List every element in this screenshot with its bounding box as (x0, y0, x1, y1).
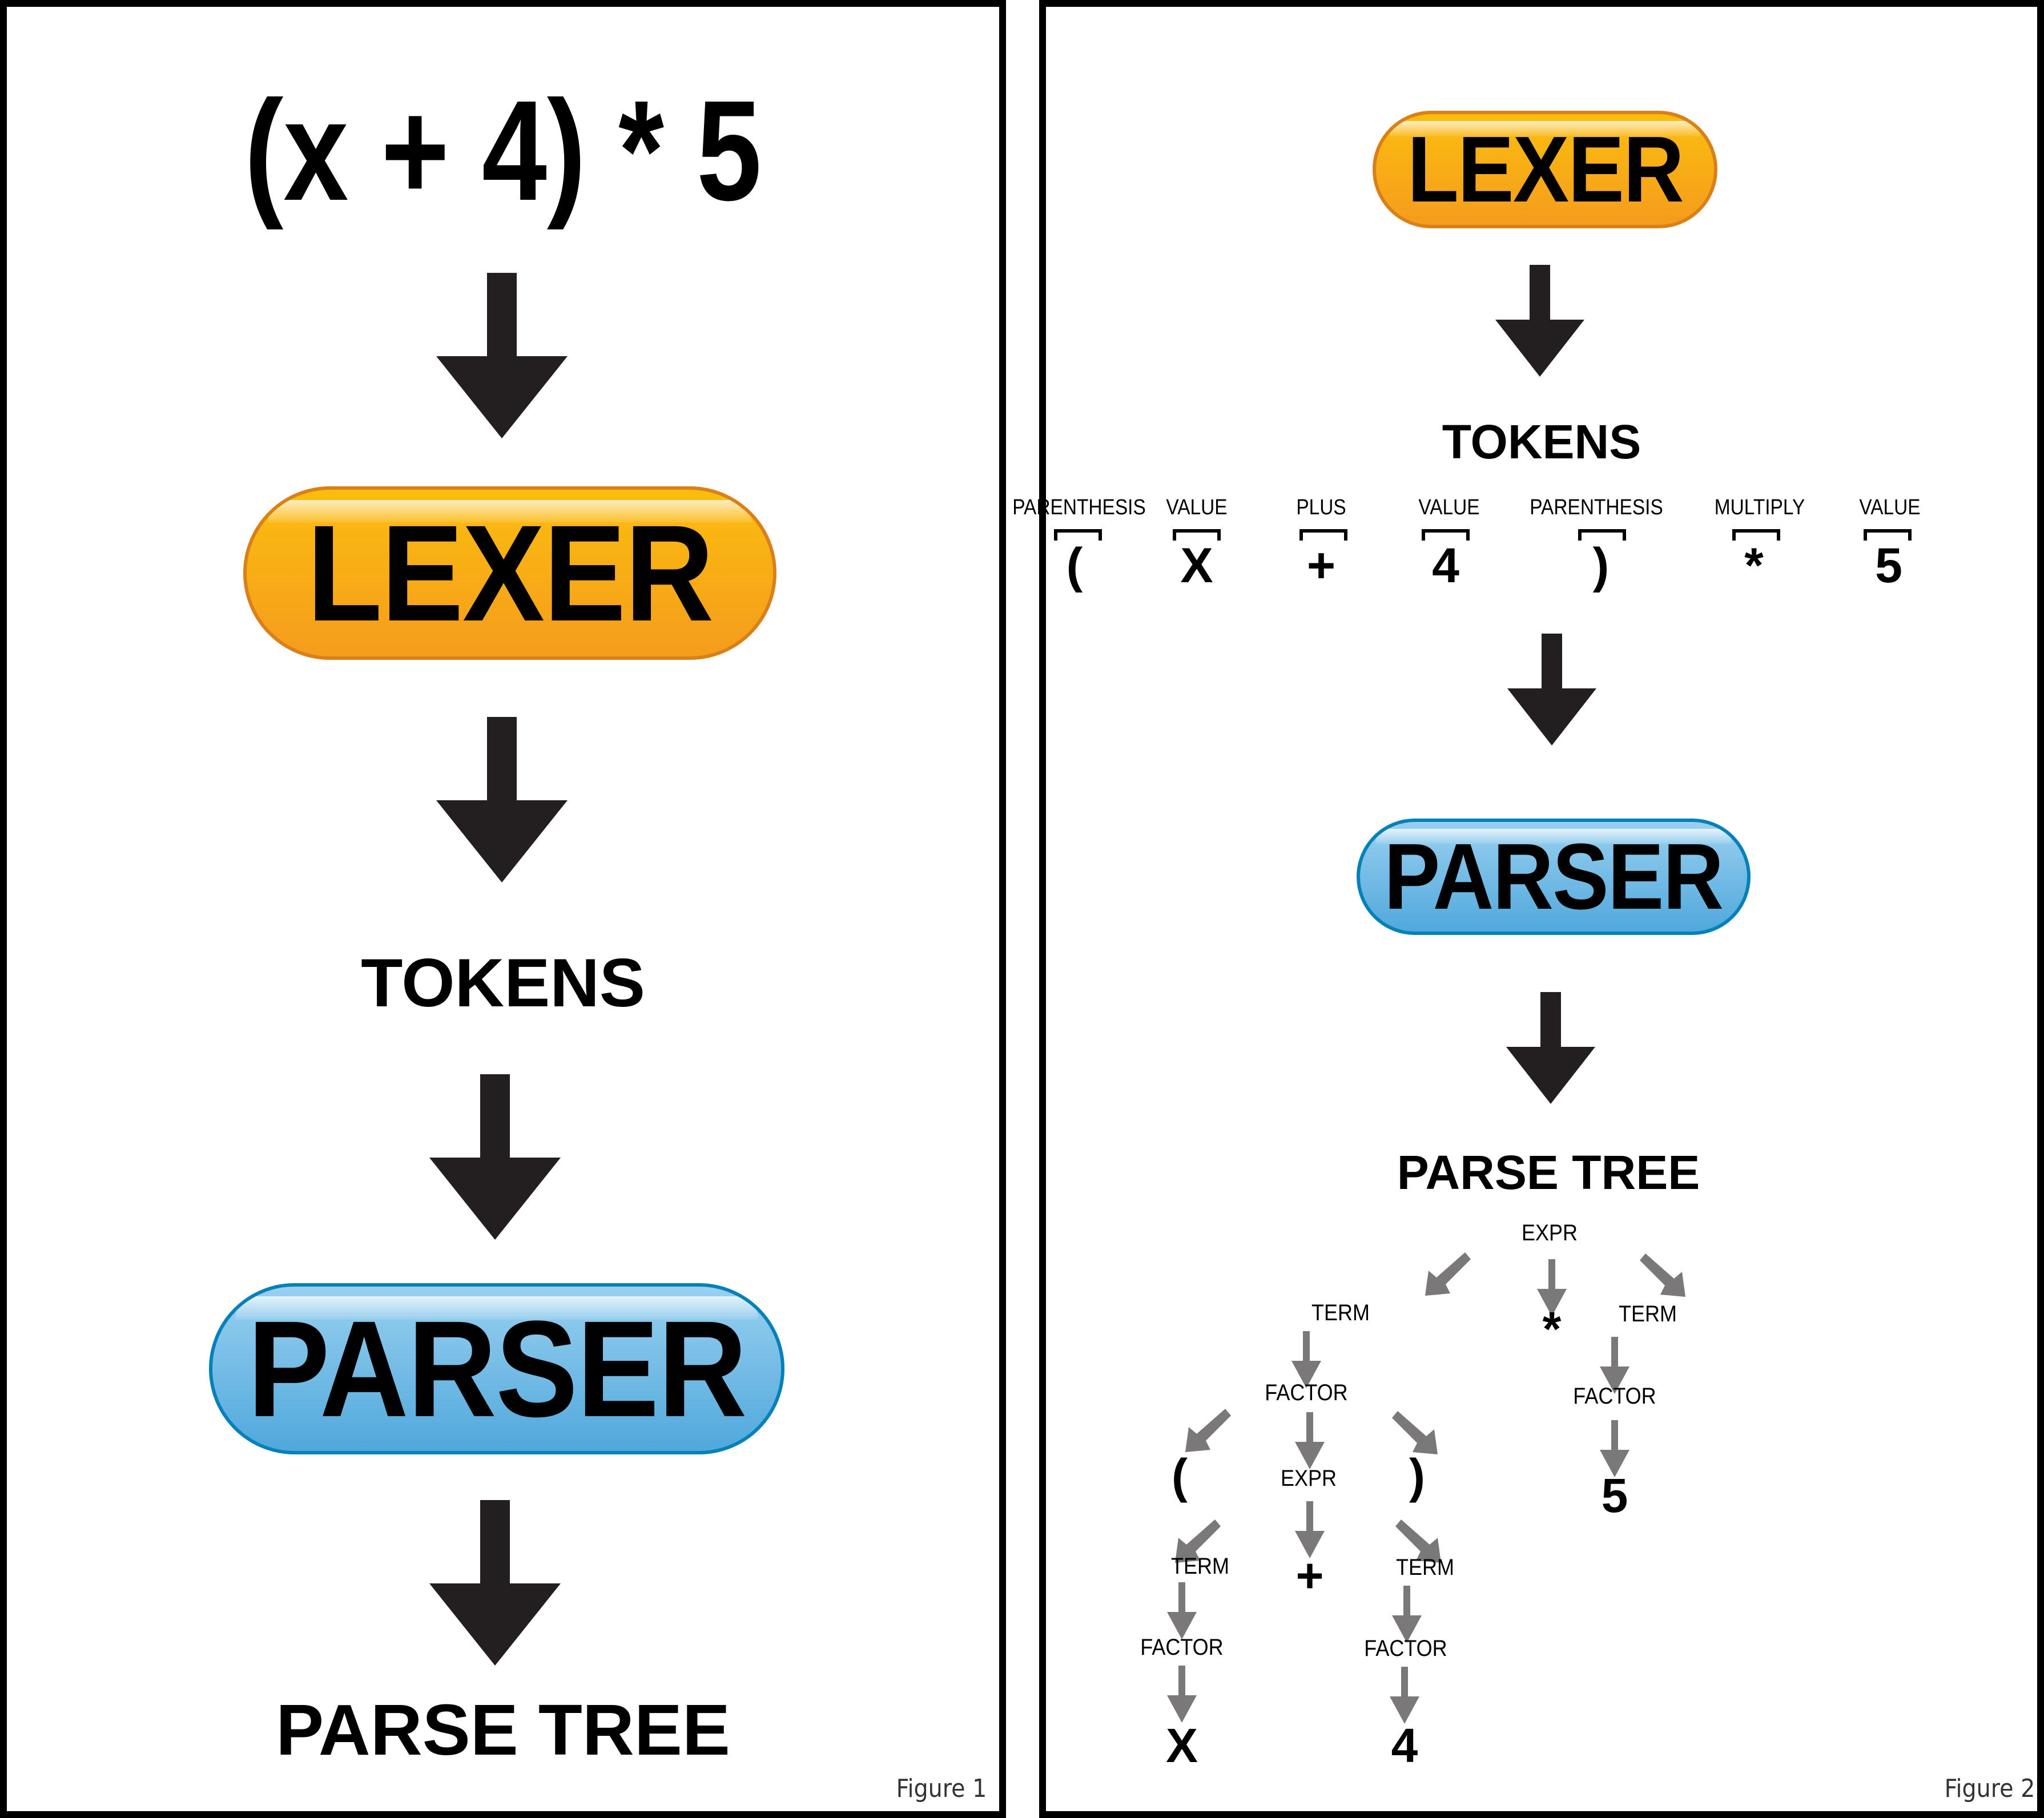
down-arrow-icon (1167, 1582, 1197, 1639)
figure-2-caption: Figure 2 (1944, 1774, 2035, 1803)
tree-node-lparen: ( (1172, 1449, 1188, 1503)
tree-node-rparen: ) (1409, 1449, 1425, 1503)
tree-node-factor: FACTOR (1573, 1384, 1656, 1409)
token-value: ( (1066, 538, 1083, 593)
tree-node-leaf-4: 4 (1391, 1719, 1418, 1772)
tree-node-leaf-x: X (1165, 1719, 1198, 1772)
figure-1-caption: Figure 1 (896, 1774, 987, 1803)
tree-node-plus: + (1295, 1549, 1324, 1602)
token-value: 4 (1432, 538, 1459, 593)
down-arrow-icon (1291, 1331, 1321, 1388)
down-arrow-icon (436, 717, 568, 882)
tokens-label: TOKENS (1442, 415, 1641, 469)
expression-text: (x + 4) * 5 (244, 71, 762, 230)
lexer-box: LEXER (1373, 111, 1717, 228)
tree-node-expr-root: EXPR (1521, 1220, 1578, 1245)
down-right-arrow-icon (1640, 1253, 1685, 1297)
down-arrow-icon (1295, 1412, 1325, 1469)
lexer-label: LEXER (1407, 117, 1684, 221)
down-arrow-icon (1167, 1666, 1197, 1723)
parser-label: PARSER (1384, 824, 1724, 929)
token-value: ) (1592, 538, 1610, 593)
tokens-label: TOKENS (361, 945, 645, 1021)
down-left-arrow-icon (1185, 1409, 1231, 1452)
down-arrow-icon (436, 273, 568, 438)
lexer-box: LEXER (243, 486, 776, 660)
tree-node-factor: FACTOR (1140, 1635, 1224, 1660)
tree-node-factor: FACTOR (1265, 1380, 1348, 1405)
tree-node-multiply: * (1542, 1302, 1562, 1356)
down-arrow-icon (1495, 265, 1584, 377)
token-value: 5 (1875, 538, 1902, 593)
token-type: VALUE (1859, 495, 1921, 519)
down-left-arrow-icon (1425, 1252, 1471, 1296)
parse-tree-label: PARSE TREE (276, 1690, 730, 1770)
tree-node-expr-inner: EXPR (1280, 1466, 1337, 1491)
figure-1-panel: (x + 4) * 5 LEXER TOKENS PARSER PARSE TR… (0, 0, 1006, 1818)
tree-node-leaf-5: 5 (1601, 1469, 1628, 1522)
down-arrow-icon (1506, 992, 1595, 1104)
token-value: X (1180, 538, 1213, 593)
token-value: + (1306, 538, 1336, 593)
down-arrow-icon (429, 1500, 561, 1666)
lexer-label: LEXER (307, 497, 714, 650)
tree-node-term: TERM (1170, 1554, 1229, 1579)
token-type: MULTIPLY (1714, 495, 1805, 519)
down-arrow-icon (1390, 1667, 1419, 1724)
down-arrow-icon (1507, 634, 1596, 745)
parser-label: PARSER (247, 1292, 747, 1445)
down-arrow-icon (1392, 1586, 1422, 1643)
tree-node-term: TERM (1618, 1301, 1677, 1327)
figure-2-panel: LEXER TOKENS PARENTHESIS ( VALUE X PLUS … (1012, 0, 2044, 1818)
tree-node-factor: FACTOR (1364, 1636, 1447, 1661)
parser-box: PARSER (209, 1283, 784, 1454)
tree-node-term: TERM (1395, 1555, 1454, 1580)
token-type: VALUE (1418, 495, 1480, 519)
down-arrow-icon (429, 1074, 561, 1240)
parse-tree-label: PARSE TREE (1397, 1146, 1700, 1199)
token-type: PARENTHESIS (1530, 495, 1663, 519)
parser-box: PARSER (1357, 819, 1751, 935)
tree-node-term: TERM (1311, 1300, 1370, 1325)
token-value: * (1744, 538, 1764, 593)
